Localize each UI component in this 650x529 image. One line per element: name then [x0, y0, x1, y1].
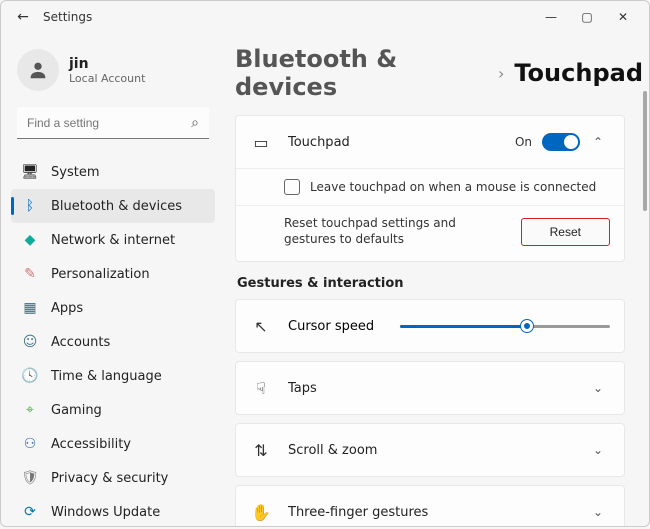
cursor-speed-panel: ↖ Cursor speed: [235, 299, 625, 353]
chevron-down-icon: ⌄: [586, 381, 610, 395]
system-icon: 🖥: [21, 163, 39, 181]
nav-personalization[interactable]: ✎ Personalization: [11, 257, 215, 291]
scroll-icon: ⇅: [250, 441, 272, 460]
nav-apps[interactable]: ▦ Apps: [11, 291, 215, 325]
person-icon: [27, 59, 49, 81]
bluetooth-icon: ᛒ: [21, 197, 39, 215]
nav-label: Time & language: [51, 369, 162, 384]
nav-label: System: [51, 165, 99, 180]
nav-gaming[interactable]: ⌖ Gaming: [11, 393, 215, 427]
hand-icon: ✋: [250, 503, 272, 522]
taps-panel[interactable]: ☟ Taps ⌄: [235, 361, 625, 415]
cursor-speed-slider[interactable]: [400, 318, 610, 334]
scroll-label: Scroll & zoom: [288, 443, 580, 458]
window-title: Settings: [43, 10, 92, 24]
minimize-button[interactable]: —: [533, 3, 569, 31]
tap-icon: ☟: [250, 379, 272, 398]
nav-system[interactable]: 🖥 System: [11, 155, 215, 189]
nav-windows-update[interactable]: ⟳ Windows Update: [11, 495, 215, 529]
breadcrumb: Bluetooth & devices › Touchpad: [235, 45, 643, 101]
accounts-icon: ☺: [21, 333, 39, 351]
gestures-heading: Gestures & interaction: [237, 276, 643, 291]
nav-list: 🖥 System ᛒ Bluetooth & devices ◆ Network & …: [11, 155, 215, 529]
close-button[interactable]: ✕: [605, 3, 641, 31]
cursor-speed-row: ↖ Cursor speed: [236, 300, 624, 352]
accessibility-icon: ⚇: [21, 435, 39, 453]
nav-accounts[interactable]: ☺ Accounts: [11, 325, 215, 359]
leave-on-row[interactable]: Leave touchpad on when a mouse is connec…: [236, 168, 624, 205]
cursor-icon: ↖: [250, 317, 272, 336]
search-box[interactable]: ⌕: [17, 107, 209, 139]
nav-privacy[interactable]: 🛡 Privacy & security: [11, 461, 215, 495]
touchpad-panel: ▭ Touchpad On ⌃ Leave touchpad on when a…: [235, 115, 625, 262]
touchpad-label: Touchpad: [288, 135, 515, 150]
chevron-up-icon[interactable]: ⌃: [586, 135, 610, 149]
gaming-icon: ⌖: [21, 401, 39, 419]
page-title: Touchpad: [514, 59, 643, 87]
leave-on-label: Leave touchpad on when a mouse is connec…: [310, 180, 596, 194]
user-name: jin: [69, 56, 145, 72]
reset-description: Reset touchpad settings and gestures to …: [284, 216, 509, 247]
update-icon: ⟳: [21, 503, 39, 521]
wifi-icon: ◆: [21, 231, 39, 249]
back-button[interactable]: ←: [9, 9, 37, 25]
three-finger-label: Three-finger gestures: [288, 505, 580, 520]
nav-bluetooth-devices[interactable]: ᛒ Bluetooth & devices: [11, 189, 215, 223]
content-area: Bluetooth & devices › Touchpad ▭ Touchpa…: [221, 33, 649, 526]
search-icon: ⌕: [191, 115, 199, 131]
nav-label: Apps: [51, 301, 83, 316]
nav-accessibility[interactable]: ⚇ Accessibility: [11, 427, 215, 461]
maximize-button[interactable]: ▢: [569, 3, 605, 31]
nav-network[interactable]: ◆ Network & internet: [11, 223, 215, 257]
touchpad-toggle[interactable]: [542, 133, 580, 151]
avatar: [17, 49, 59, 91]
nav-label: Personalization: [51, 267, 150, 282]
cursor-speed-label: Cursor speed: [288, 319, 374, 334]
nav-time-language[interactable]: 🕓 Time & language: [11, 359, 215, 393]
shield-icon: 🛡: [21, 469, 39, 487]
nav-label: Privacy & security: [51, 471, 168, 486]
title-bar: ← Settings — ▢ ✕: [1, 1, 649, 33]
nav-label: Bluetooth & devices: [51, 199, 182, 214]
touchpad-state: On: [515, 135, 532, 149]
nav-label: Gaming: [51, 403, 102, 418]
apps-icon: ▦: [21, 299, 39, 317]
reset-row: Reset touchpad settings and gestures to …: [236, 205, 624, 261]
touchpad-icon: ▭: [250, 133, 272, 152]
touchpad-toggle-row[interactable]: ▭ Touchpad On ⌃: [236, 116, 624, 168]
clock-icon: 🕓: [21, 367, 39, 385]
nav-label: Windows Update: [51, 505, 160, 520]
scrollbar-thumb[interactable]: [643, 91, 647, 211]
breadcrumb-parent[interactable]: Bluetooth & devices: [235, 45, 488, 101]
search-input[interactable]: [17, 107, 209, 139]
scroll-zoom-panel[interactable]: ⇅ Scroll & zoom ⌄: [235, 423, 625, 477]
chevron-down-icon: ⌄: [586, 443, 610, 457]
leave-on-checkbox[interactable]: [284, 179, 300, 195]
chevron-down-icon: ⌄: [586, 505, 610, 519]
three-finger-panel[interactable]: ✋ Three-finger gestures ⌄: [235, 485, 625, 526]
reset-button[interactable]: Reset: [521, 218, 610, 246]
user-subtitle: Local Account: [69, 72, 145, 85]
account-header[interactable]: jin Local Account: [17, 49, 209, 91]
sidebar: jin Local Account ⌕ 🖥 System ᛒ Bluetooth &…: [1, 33, 221, 526]
nav-label: Accounts: [51, 335, 110, 350]
nav-label: Network & internet: [51, 233, 175, 248]
chevron-right-icon: ›: [498, 64, 504, 83]
taps-label: Taps: [288, 381, 580, 396]
brush-icon: ✎: [21, 265, 39, 283]
nav-label: Accessibility: [51, 437, 131, 452]
